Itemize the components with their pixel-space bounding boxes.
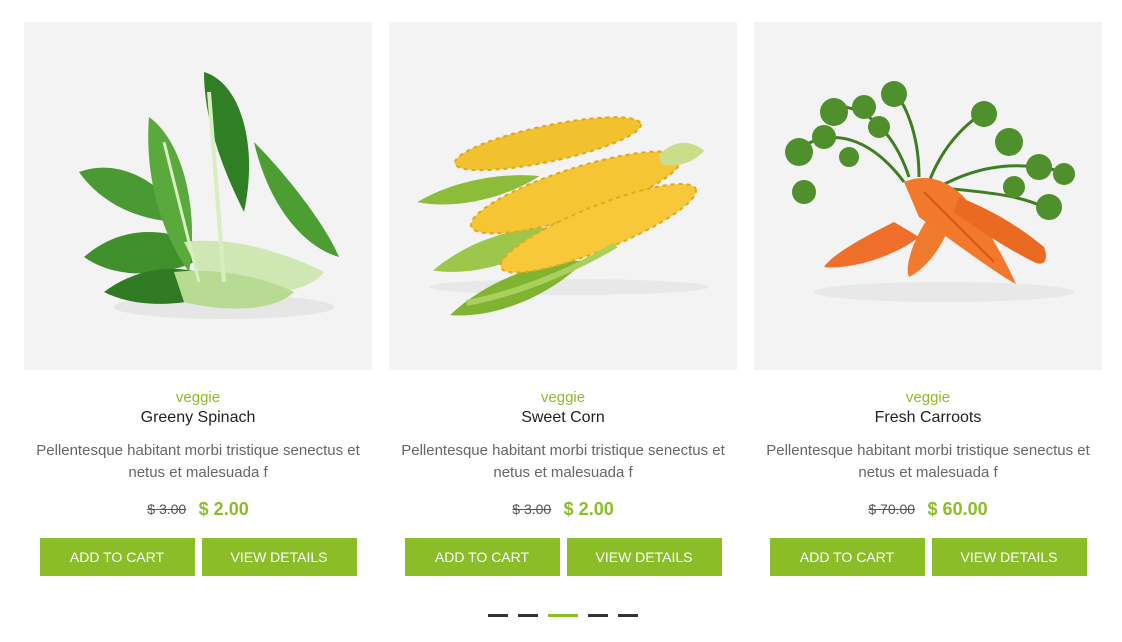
view-details-button[interactable]: VIEW DETAILS xyxy=(201,538,357,576)
add-to-cart-button[interactable]: ADD TO CART xyxy=(39,538,195,576)
corn-image xyxy=(417,116,709,316)
old-price: $ 70.00 xyxy=(868,501,916,517)
product-description: Pellentesque habitant morbi tristique se… xyxy=(766,442,1090,481)
product-actions: ADD TO CART VIEW DETAILS xyxy=(389,538,737,576)
product-carousel: veggie Greeny Spinach Pellentesque habit… xyxy=(0,0,1122,642)
product-image-carrot[interactable] xyxy=(754,22,1102,370)
spinach-image xyxy=(79,72,339,319)
add-to-cart-button[interactable]: ADD TO CART xyxy=(404,538,560,576)
product-category[interactable]: veggie xyxy=(24,389,372,406)
product-description: Pellentesque habitant morbi tristique se… xyxy=(36,442,360,481)
carousel-dot[interactable] xyxy=(588,614,608,617)
current-price: $ 60.00 xyxy=(927,499,988,519)
old-price: $ 3.00 xyxy=(147,501,187,517)
product-card: veggie Fresh Carroots Pellentesque habit… xyxy=(754,22,1102,576)
product-image-corn[interactable] xyxy=(389,22,737,370)
product-name[interactable]: Fresh Carroots xyxy=(754,408,1102,427)
carrot-image xyxy=(785,81,1075,302)
product-actions: ADD TO CART VIEW DETAILS xyxy=(24,538,372,576)
old-price: $ 3.00 xyxy=(512,501,552,517)
product-card: veggie Greeny Spinach Pellentesque habit… xyxy=(24,22,372,576)
view-details-button[interactable]: VIEW DETAILS xyxy=(566,538,722,576)
current-price: $ 2.00 xyxy=(563,499,614,519)
carousel-dot[interactable] xyxy=(618,614,638,617)
add-to-cart-button[interactable]: ADD TO CART xyxy=(769,538,925,576)
product-prices: $ 70.00 $ 60.00 xyxy=(754,497,1102,521)
carousel-dot[interactable] xyxy=(548,614,578,617)
product-prices: $ 3.00 $ 2.00 xyxy=(389,497,737,521)
product-prices: $ 3.00 $ 2.00 xyxy=(24,497,372,521)
product-card: veggie Sweet Corn Pellentesque habitant … xyxy=(389,22,737,576)
product-category[interactable]: veggie xyxy=(754,389,1102,406)
current-price: $ 2.00 xyxy=(198,499,249,519)
product-description: Pellentesque habitant morbi tristique se… xyxy=(401,442,725,481)
carousel-pagination xyxy=(488,614,638,617)
carousel-dot[interactable] xyxy=(488,614,508,617)
view-details-button[interactable]: VIEW DETAILS xyxy=(931,538,1087,576)
product-category[interactable]: veggie xyxy=(389,389,737,406)
carousel-dot[interactable] xyxy=(518,614,538,617)
product-name[interactable]: Sweet Corn xyxy=(389,408,737,427)
product-actions: ADD TO CART VIEW DETAILS xyxy=(754,538,1102,576)
product-name[interactable]: Greeny Spinach xyxy=(24,408,372,427)
product-image-spinach[interactable] xyxy=(24,22,372,370)
